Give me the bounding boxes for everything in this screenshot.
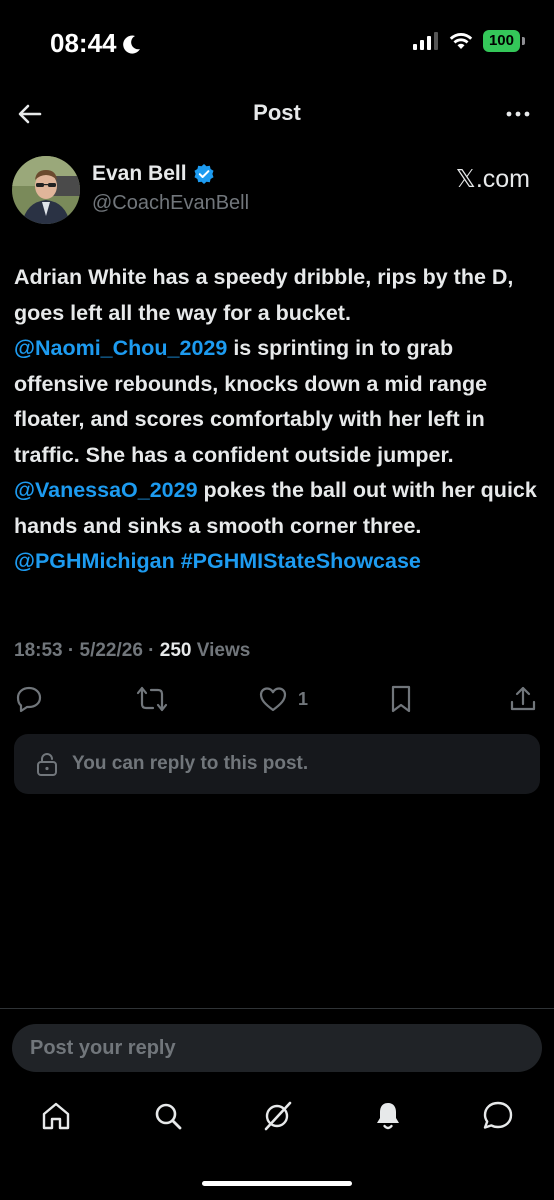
like-count: 1 <box>298 688 309 709</box>
home-icon <box>42 1102 70 1130</box>
post-meta: 18:53 · 5/22/26 · 250 Views <box>14 640 251 661</box>
mention-link[interactable]: @Naomi_Chou_2029 <box>14 336 227 360</box>
more-options-button[interactable] <box>502 98 534 130</box>
author-name[interactable]: Evan Bell <box>92 162 215 186</box>
tab-notifications[interactable] <box>370 1098 406 1134</box>
repost-button[interactable] <box>136 684 168 714</box>
search-icon <box>155 1103 182 1130</box>
source-link[interactable]: 𝕏.com <box>456 164 530 194</box>
share-button[interactable] <box>508 684 538 714</box>
like-button[interactable]: 1 <box>258 684 308 714</box>
post-actions: 1 <box>0 680 554 720</box>
bottom-tab-bar <box>0 1090 554 1140</box>
status-time: 08:44 <box>50 28 141 59</box>
battery-indicator: 100 <box>482 30 526 52</box>
views-label: Views <box>196 640 251 661</box>
status-bar: 08:44 100 <box>0 0 554 84</box>
tab-home[interactable] <box>38 1098 74 1134</box>
mention-link[interactable]: @PGHMichigan <box>14 549 175 573</box>
reply-restriction-notice: You can reply to this post. <box>14 734 540 794</box>
avatar[interactable] <box>12 156 80 224</box>
reply-placeholder: Post your reply <box>30 1036 176 1059</box>
repost-icon <box>136 686 168 712</box>
reply-icon <box>16 686 42 713</box>
post-text-segment: Adrian White has a speedy dribble, rips … <box>14 265 514 325</box>
reply-notice-text: You can reply to this post. <box>72 753 309 774</box>
reply-input[interactable]: Post your reply <box>12 1024 542 1072</box>
views-count: 250 <box>159 640 192 661</box>
home-indicator[interactable] <box>202 1181 352 1186</box>
mention-link[interactable]: @VanessaO_2029 <box>14 478 198 502</box>
heart-icon <box>259 687 287 712</box>
post-date: 5/22/26 <box>79 640 143 661</box>
tab-search[interactable] <box>150 1098 186 1134</box>
more-dots-icon <box>506 111 530 117</box>
divider <box>0 1008 554 1009</box>
lock-icon <box>37 753 57 776</box>
share-icon <box>510 686 536 711</box>
wifi-icon <box>449 32 473 50</box>
post-text: Adrian White has a speedy dribble, rips … <box>14 260 544 580</box>
top-header: Post <box>0 90 554 138</box>
reply-button[interactable] <box>14 684 44 714</box>
post-time: 18:53 <box>14 640 63 661</box>
moon-icon <box>122 34 141 54</box>
message-icon <box>483 1101 513 1129</box>
bookmark-button[interactable] <box>386 684 416 714</box>
verified-badge-icon <box>193 163 215 185</box>
page-title: Post <box>253 100 301 125</box>
grok-icon <box>264 1101 292 1131</box>
clock-text: 08:44 <box>50 28 117 58</box>
author-handle[interactable]: @CoachEvanBell <box>92 192 249 215</box>
author-name-text: Evan Bell <box>92 162 187 185</box>
hashtag-link[interactable]: #PGHMIStateShowcase <box>181 549 421 573</box>
signal-icon <box>412 32 439 50</box>
bookmark-icon <box>391 685 411 713</box>
tab-messages[interactable] <box>480 1098 516 1134</box>
tab-grok[interactable] <box>260 1098 296 1134</box>
status-indicators: 100 <box>412 30 526 52</box>
bell-icon <box>377 1103 399 1130</box>
